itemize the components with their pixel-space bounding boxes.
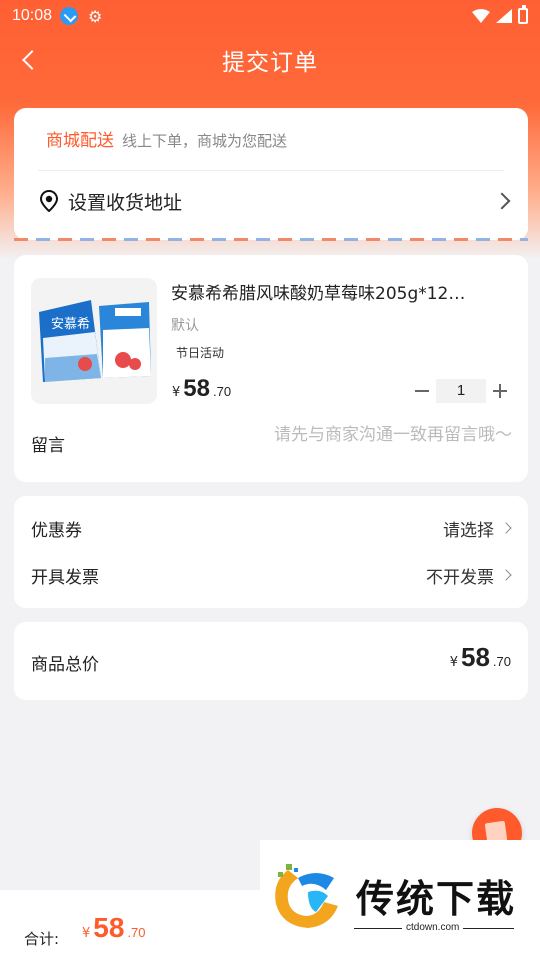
location-pin-icon bbox=[39, 190, 59, 212]
chevron-right-icon bbox=[500, 569, 512, 581]
delivery-mode-row: 商城配送 线上下单，商城为您配送 bbox=[46, 126, 287, 151]
delivery-description: 线上下单，商城为您配送 bbox=[122, 132, 288, 150]
status-bar: 10:08 ⚙ bbox=[0, 0, 540, 32]
product-thumbnail[interactable]: 安慕希 bbox=[31, 278, 157, 404]
gear-icon: ⚙ bbox=[88, 6, 103, 26]
coupon-row[interactable]: 优惠券 请选择 bbox=[31, 513, 512, 543]
plus-icon[interactable] bbox=[488, 379, 512, 403]
download-icon bbox=[60, 7, 79, 25]
status-icons bbox=[472, 5, 528, 24]
message-input[interactable] bbox=[212, 425, 512, 445]
product-tag: 节日活动 bbox=[171, 343, 230, 362]
total-price: ¥ 58 .70 bbox=[450, 642, 511, 673]
price-integer: 58 bbox=[183, 375, 210, 402]
page-title: 提交订单 bbox=[222, 50, 318, 76]
product-title: 安慕希希腊风味酸奶草莓味205g*12… bbox=[171, 284, 466, 304]
options-card: 优惠券 请选择 开具发票 不开发票 bbox=[14, 496, 528, 608]
sum-price: ¥ 58 .70 bbox=[82, 912, 146, 944]
divider bbox=[38, 170, 504, 171]
signal-icon bbox=[496, 9, 512, 23]
invoice-row[interactable]: 开具发票 不开发票 bbox=[31, 560, 512, 590]
invoice-value: 不开发票 bbox=[426, 567, 494, 588]
watermark: 传统下载 ctdown.com bbox=[260, 840, 540, 940]
price-decimal: .70 bbox=[127, 925, 146, 940]
minus-icon[interactable] bbox=[410, 379, 434, 403]
coupon-value: 请选择 bbox=[443, 520, 494, 541]
currency-symbol: ¥ bbox=[449, 655, 458, 670]
delivery-card: 商城配送 线上下单，商城为您配送 设置收货地址 bbox=[14, 108, 528, 240]
quantity-stepper: 1 bbox=[410, 379, 512, 403]
message-label: 留言 bbox=[31, 436, 65, 456]
product-image: 安慕希 bbox=[31, 278, 157, 404]
address-prompt: 设置收货地址 bbox=[68, 191, 183, 214]
price-integer: 58 bbox=[461, 642, 490, 672]
sum-label: 合计: bbox=[24, 930, 60, 948]
product-card: 安慕希 安慕希希腊风味酸奶草莓味205g*12… 默认 节日活动 ¥ 58 .7… bbox=[14, 255, 528, 482]
nav-bar: 提交订单 bbox=[0, 36, 540, 84]
back-icon[interactable] bbox=[18, 48, 42, 72]
thumbnail-brand-text: 安慕希 bbox=[51, 317, 90, 332]
total-card: 商品总价 ¥ 58 .70 bbox=[14, 622, 528, 700]
watermark-logo-icon bbox=[275, 864, 338, 928]
set-address-row[interactable]: 设置收货地址 bbox=[38, 184, 511, 218]
currency-symbol: ¥ bbox=[172, 385, 181, 400]
price-decimal: .70 bbox=[212, 384, 232, 399]
price-integer: 58 bbox=[93, 912, 125, 943]
quantity-value[interactable]: 1 bbox=[436, 379, 486, 403]
watermark-url: ctdown.com bbox=[402, 922, 464, 933]
delivery-mode: 商城配送 bbox=[46, 131, 114, 151]
wifi-icon bbox=[472, 9, 490, 23]
product-spec: 默认 bbox=[171, 318, 199, 334]
chevron-right-icon bbox=[500, 522, 512, 534]
status-time: 10:08 bbox=[12, 7, 53, 24]
product-price: ¥ 58 .70 bbox=[172, 375, 231, 403]
currency-symbol: ¥ bbox=[82, 926, 91, 941]
battery-icon bbox=[518, 5, 528, 24]
watermark-text: 传统下载 bbox=[356, 877, 517, 921]
chevron-right-icon bbox=[493, 192, 511, 210]
invoice-label: 开具发票 bbox=[31, 567, 99, 588]
envelope-stripe bbox=[14, 238, 528, 241]
coupon-label: 优惠券 bbox=[31, 520, 82, 541]
total-label: 商品总价 bbox=[31, 655, 99, 675]
price-decimal: .70 bbox=[492, 654, 511, 669]
